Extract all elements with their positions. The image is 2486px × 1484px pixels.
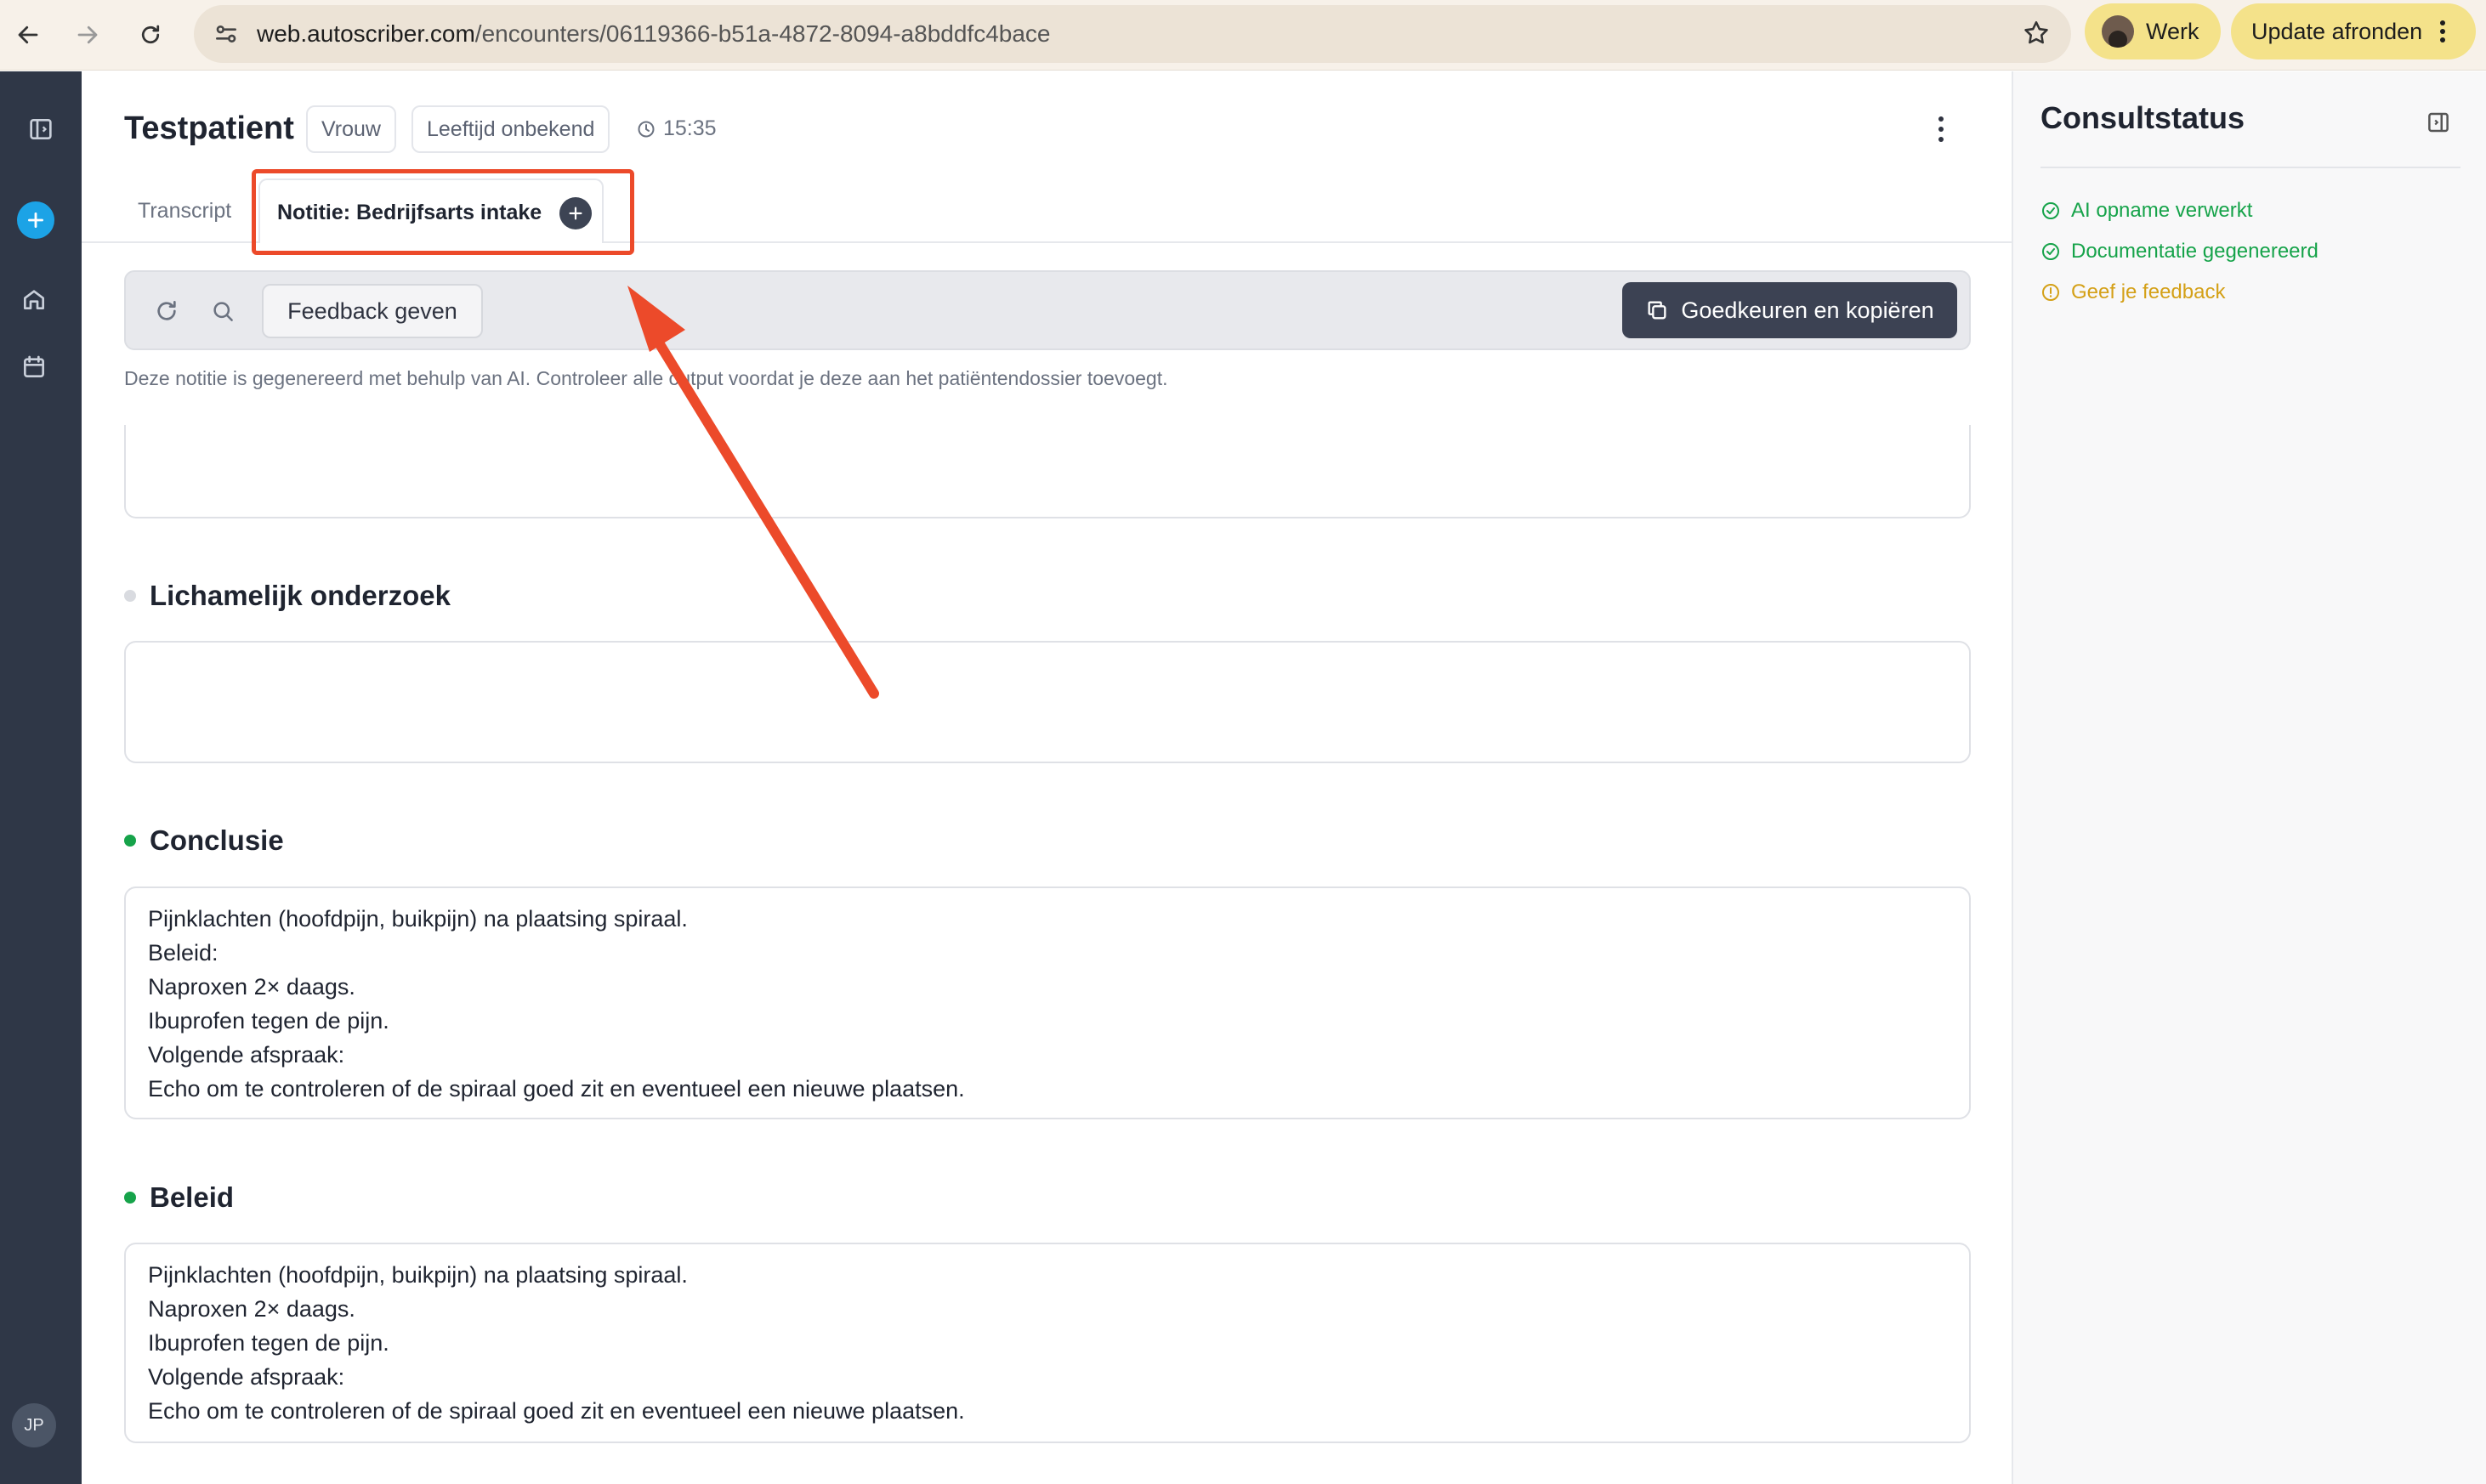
regenerate-icon[interactable]: [148, 292, 185, 330]
section-textbox[interactable]: Pijnklachten (hoofdpijn, buikpijn) na pl…: [124, 886, 1971, 1119]
age-badge: Leeftijd onbekend: [411, 105, 610, 153]
browser-toolbar: web.autoscriber.com/encounters/06119366-…: [0, 0, 2486, 71]
status-label: Documentatie gegenereerd: [2071, 240, 2319, 263]
panel-collapse-icon[interactable]: [2421, 105, 2455, 139]
calendar-icon[interactable]: [10, 343, 58, 391]
status-item: Documentatie gegenereerd: [2040, 240, 2319, 263]
section-heading: Conclusie: [124, 824, 284, 857]
gender-badge: Vrouw: [306, 105, 396, 153]
user-avatar[interactable]: JP: [12, 1403, 56, 1447]
plus-icon: [28, 212, 43, 228]
status-item-feedback[interactable]: Geef je feedback: [2040, 280, 2225, 304]
consult-status-panel: Consultstatus AI opname verwerkt Documen…: [2012, 71, 2486, 1484]
section-title: Beleid: [150, 1181, 235, 1213]
section-status-dot: [124, 835, 136, 847]
address-bar[interactable]: web.autoscriber.com/encounters/06119366-…: [194, 5, 2071, 63]
section-heading: Lichamelijk onderzoek: [124, 580, 451, 612]
forward-icon[interactable]: [66, 14, 109, 56]
profile-label: Werk: [2146, 18, 2199, 44]
section-status-dot: [124, 590, 136, 602]
section-textbox[interactable]: [124, 641, 1971, 763]
section-text: Pijnklachten (hoofdpijn, buikpijn) na pl…: [148, 1262, 965, 1424]
annotation-highlight-box: [252, 169, 634, 255]
status-label: Geef je feedback: [2071, 280, 2226, 303]
panel-divider: [2040, 167, 2460, 168]
section-text: [126, 643, 1969, 670]
alert-circle-icon: [2042, 284, 2059, 301]
home-icon[interactable]: [10, 275, 58, 323]
section-title: Lichamelijk onderzoek: [150, 580, 451, 611]
more-vertical-icon: [2440, 20, 2446, 42]
encounter-time-value: 15:35: [663, 116, 717, 140]
update-button[interactable]: Update afronden: [2231, 3, 2476, 59]
reload-icon[interactable]: [129, 14, 172, 56]
search-icon[interactable]: [204, 292, 241, 330]
back-icon[interactable]: [7, 14, 49, 56]
section-text: Pijnklachten (hoofdpijn, buikpijn) na pl…: [148, 906, 965, 1102]
update-label: Update afronden: [2251, 18, 2423, 44]
section-title: Conclusie: [150, 824, 284, 856]
url-host: web.autoscriber.com: [257, 20, 475, 47]
section-textbox[interactable]: Pijnklachten (hoofdpijn, buikpijn) na pl…: [124, 1243, 1971, 1443]
url-text: web.autoscriber.com/encounters/06119366-…: [257, 5, 1051, 63]
profile-chip[interactable]: Werk: [2085, 3, 2221, 59]
check-circle-icon: [2042, 243, 2059, 260]
feedback-button[interactable]: Feedback geven: [262, 284, 483, 338]
section-status-dot: [124, 1192, 136, 1204]
profile-avatar: [2102, 15, 2134, 48]
approve-copy-label: Goedkeuren en kopiëren: [1681, 297, 1934, 323]
more-options-button[interactable]: [1928, 112, 1954, 146]
encounter-time: 15:35: [636, 116, 717, 141]
patient-name: Testpatient: [124, 110, 294, 146]
status-item: AI opname verwerkt: [2040, 199, 2252, 223]
url-path: /encounters/06119366-b51a-4872-8094-a8bd…: [474, 20, 1051, 47]
section-heading: Beleid: [124, 1181, 234, 1214]
ai-disclaimer: Deze notitie is gegenereerd met behulp v…: [124, 367, 1168, 389]
sidebar-toggle-icon[interactable]: [17, 105, 65, 153]
bookmark-star-icon[interactable]: [2022, 19, 2052, 49]
new-encounter-button[interactable]: [17, 201, 54, 239]
tab-transcript[interactable]: Transcript: [138, 199, 231, 224]
previous-section-textbox[interactable]: [124, 425, 1971, 518]
approve-copy-button[interactable]: Goedkeuren en kopiëren: [1622, 282, 1957, 338]
copy-icon: [1648, 301, 1666, 320]
check-circle-icon: [2042, 202, 2059, 219]
note-toolbar: Feedback geven Goedkeuren en kopiëren: [124, 270, 1971, 350]
clock-icon: [638, 121, 655, 137]
status-label: AI opname verwerkt: [2071, 199, 2253, 222]
left-sidebar: JP: [0, 71, 82, 1484]
site-settings-icon[interactable]: [213, 20, 240, 48]
panel-title: Consultstatus: [2040, 100, 2245, 135]
